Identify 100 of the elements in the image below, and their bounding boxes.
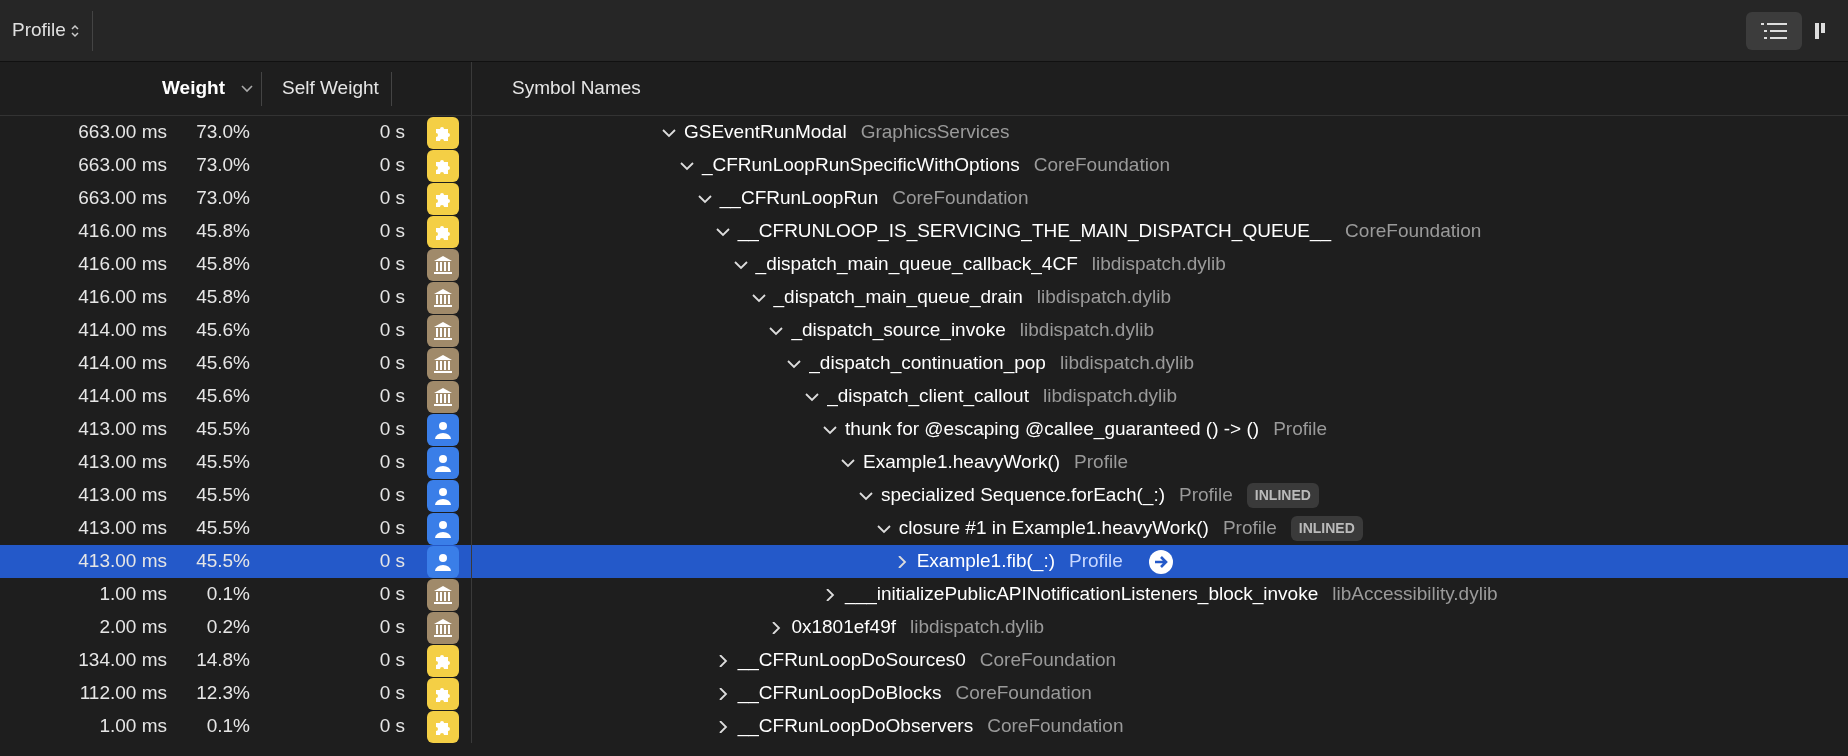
tree-row[interactable]: 413.00 ms 45.5% 0 s Example1.fib(_:) Profile [0, 545, 1848, 578]
library-name: Profile [1273, 417, 1327, 442]
percent-text: 73.0% [195, 120, 250, 145]
expanded-chevron-icon[interactable] [876, 522, 891, 535]
library-name: CoreFoundation [955, 681, 1092, 706]
columns-building-icon [427, 314, 459, 347]
tree-row[interactable]: 416.00 ms 45.8% 0 s _dispatch_main_queue_callback_4CF libdispatch.dylib [0, 248, 1848, 281]
column-header[interactable]: Weight [0, 71, 262, 106]
library-name: libdispatch.dylib [1091, 252, 1226, 277]
weight-text: 414.00 ms [77, 318, 167, 343]
expanded-chevron-icon[interactable] [715, 225, 730, 238]
sort-chevron-icon [241, 84, 253, 93]
percent-text: 0.1% [205, 714, 250, 739]
puzzle-icon [427, 149, 459, 182]
percent-text: 45.8% [195, 252, 250, 277]
expanded-chevron-icon[interactable] [805, 390, 820, 403]
tree-row[interactable]: 134.00 ms 14.8% 0 s __CFRunLoopDoSources0 CoreFoundation [0, 644, 1848, 677]
updown-chevron-icon [69, 22, 80, 39]
self-weight-text: 0 s [378, 318, 405, 343]
self-weight-text: 0 s [378, 648, 405, 673]
tree-row[interactable]: 663.00 ms 73.0% 0 s __CFRunLoopRun CoreFoundation [0, 182, 1848, 215]
symbol-name: Example1.fib(_:) [916, 549, 1056, 574]
expanded-chevron-icon[interactable] [679, 159, 694, 172]
view-button[interactable] [1746, 11, 1802, 50]
expanded-chevron-icon[interactable] [858, 489, 873, 502]
tree-row[interactable]: 112.00 ms 12.3% 0 s __CFRunLoopDoBlocks CoreFoundation [0, 677, 1848, 710]
self-weight-text: 0 s [378, 252, 405, 277]
library-name: libdispatch.dylib [1042, 384, 1178, 409]
self-weight-text: 0 s [378, 186, 405, 211]
percent-text: 0.2% [205, 615, 250, 640]
columns-building-icon [427, 248, 459, 281]
tree-row[interactable]: 1.00 ms 0.1% 0 s __CFRunLoopDoObservers CoreFoundation [0, 710, 1848, 743]
symbol-name: thunk for @escaping @callee_guaranteed () -> () [845, 417, 1260, 442]
tree-row[interactable]: 414.00 ms 45.6% 0 s _dispatch_source_invoke libdispatch.dylib [0, 314, 1848, 347]
symbol-name: ___initializePublicAPINotificationListeners_block_invoke [845, 582, 1319, 607]
tree-row[interactable]: 414.00 ms 45.6% 0 s _dispatch_continuation_pop libdispatch.dylib [0, 347, 1848, 380]
person-icon [427, 413, 459, 446]
percent-text: 45.8% [195, 219, 250, 244]
symbol-name: __CFRunLoopDoBlocks [737, 681, 942, 706]
columns-building-icon [427, 611, 459, 644]
expanded-chevron-icon[interactable] [733, 258, 748, 271]
symbol-name: _CFRunLoopRunSpecificWithOptions [701, 153, 1020, 178]
symbol-name: specialized Sequence.forEach(_:) [880, 483, 1165, 508]
weight-text: 413.00 ms [77, 483, 167, 508]
symbol-name: __CFRunLoopRun [719, 186, 879, 211]
expanded-chevron-icon[interactable] [769, 324, 784, 337]
weight-text: 2.00 ms [98, 615, 167, 640]
self-weight-text: 0 s [378, 219, 405, 244]
column-header[interactable]: Self Weight [262, 71, 392, 106]
tree-row[interactable]: 2.00 ms 0.2% 0 s 0x1801ef49f libdispatch.dylib [0, 611, 1848, 644]
tree-row[interactable]: 1.00 ms 0.1% 0 s ___initializePublicAPINotificationListeners_block_invoke libAccessibility.dylib [0, 578, 1848, 611]
weight-text: 413.00 ms [77, 450, 167, 475]
self-weight-text: 0 s [378, 417, 405, 442]
weight-text: 413.00 ms [77, 549, 167, 574]
library-name: CoreFoundation [987, 714, 1124, 739]
symbol-name: __CFRunLoopDoObservers [737, 714, 974, 739]
expanded-chevron-icon[interactable] [751, 291, 766, 304]
library-name: CoreFoundation [979, 648, 1117, 673]
library-name: CoreFoundation [892, 186, 1029, 211]
percent-text: 73.0% [195, 153, 250, 178]
expanded-chevron-icon[interactable] [787, 357, 802, 370]
percent-text: 12.3% [195, 681, 250, 706]
tree-row[interactable]: 663.00 ms 73.0% 0 s GSEventRunModal GraphicsServices [0, 116, 1848, 149]
weight-text: 413.00 ms [77, 516, 167, 541]
weight-text: 663.00 ms [77, 153, 167, 178]
column-header[interactable]: Symbol Names [512, 71, 641, 106]
tree-row[interactable]: 414.00 ms 45.6% 0 s _dispatch_client_callout libdispatch.dylib [0, 380, 1848, 413]
expanded-chevron-icon[interactable] [662, 126, 676, 139]
percent-text: 45.5% [195, 516, 250, 541]
library-name: Profile [1069, 549, 1123, 574]
person-icon [427, 545, 459, 578]
tree-row[interactable]: 413.00 ms 45.5% 0 s Example1.heavyWork() Profile [0, 446, 1848, 479]
columns-building-icon [427, 347, 459, 380]
weight-text: 134.00 ms [77, 648, 167, 673]
weight-text: 413.00 ms [77, 417, 167, 442]
tree-row[interactable]: 663.00 ms 73.0% 0 s _CFRunLoopRunSpecificWithOptions CoreFoundation [0, 149, 1848, 182]
expanded-chevron-icon[interactable] [697, 192, 712, 205]
tree-row[interactable]: 413.00 ms 45.5% 0 s thunk for @escaping @callee_guaranteed () -> () Profile [0, 413, 1848, 446]
expanded-chevron-icon[interactable] [841, 456, 855, 469]
tree-row[interactable]: 413.00 ms 45.5% 0 s specialized Sequence.forEach(_:) Profile INLINED [0, 479, 1848, 512]
weight-text: 416.00 ms [77, 285, 167, 310]
expanded-chevron-icon[interactable] [823, 423, 838, 436]
weight-text: 1.00 ms [98, 714, 167, 739]
tree-row[interactable]: 416.00 ms 45.8% 0 s _dispatch_main_queue_drain libdispatch.dylib [0, 281, 1848, 314]
self-weight-text: 0 s [378, 450, 405, 475]
self-weight-text: 0 s [378, 681, 405, 706]
inlined-badge: INLINED [1290, 516, 1363, 541]
library-name: CoreFoundation [1345, 219, 1482, 244]
view-menu[interactable]: Profile [12, 10, 93, 51]
library-name: Profile [1222, 516, 1277, 541]
person-icon [427, 479, 459, 512]
weight-text: 663.00 ms [77, 186, 167, 211]
percent-text: 14.8% [195, 648, 250, 673]
percent-text: 45.6% [195, 318, 250, 343]
weight-text: 414.00 ms [77, 384, 167, 409]
percent-text: 45.5% [195, 483, 250, 508]
percent-text: 45.8% [195, 285, 250, 310]
tree-row[interactable]: 416.00 ms 45.8% 0 s __CFRUNLOOP_IS_SERVICING_THE_MAIN_DISPATCH_QUEUE__ CoreFoundation [0, 215, 1848, 248]
inlined-badge: INLINED [1246, 483, 1319, 508]
symbol-name: _dispatch_main_queue_callback_4CF [755, 252, 1078, 277]
